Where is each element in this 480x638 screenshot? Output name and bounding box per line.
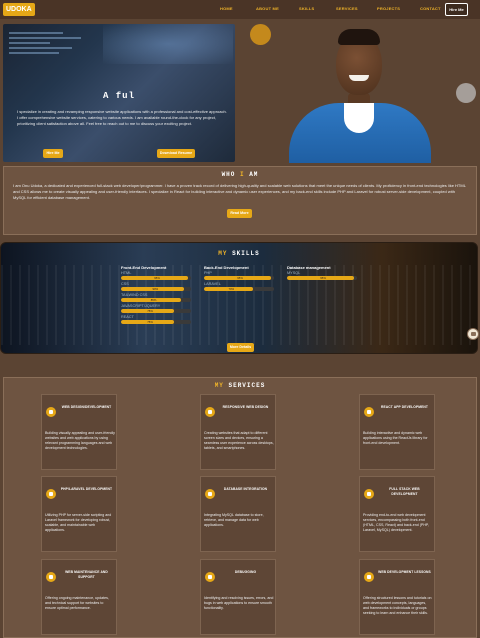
site-logo[interactable]: UDOKA [3, 3, 35, 16]
nav-home[interactable]: HOME [220, 6, 233, 11]
skill-percent: 85% [150, 298, 157, 303]
skill-column-title: Database management [287, 265, 331, 270]
skill-percent: 75% [147, 320, 153, 325]
skill-percent: 75% [147, 309, 153, 314]
service-description: Utilizing PHP for server-side scripting … [45, 513, 112, 533]
service-card: FULL STACK WEB DEVELOPMENT Providing end-… [359, 476, 435, 552]
skill-percent: 95% [237, 276, 243, 281]
skill-name: PHP [204, 271, 212, 275]
service-description: Building interactive and dynamic web app… [363, 431, 428, 446]
service-card: WEB MAINTENANCE AND SUPPORT Offering ongo… [41, 559, 117, 635]
skill-name: MYSQL [287, 271, 301, 275]
service-title: DATABASE INTEGRATION [223, 487, 268, 491]
nav-projects[interactable]: PROJECTS [377, 6, 400, 11]
service-title: FULL STACK WEB DEVELOPMENT [389, 487, 420, 496]
skills-title: MY SKILLS [218, 250, 260, 257]
nav-services[interactable]: SERVICES [336, 6, 358, 11]
skill-column-title: Front-End Development [121, 265, 167, 270]
skill-percent: 90% [152, 287, 159, 292]
bug-icon [205, 572, 215, 582]
service-description: Providing end-to-end web development ser… [363, 513, 429, 533]
skill-name: LARAVEL [204, 282, 221, 286]
more-details-button[interactable]: More Details [227, 343, 254, 352]
stack-icon [364, 489, 374, 499]
nav-hire-button[interactable]: Hire Me [445, 3, 468, 16]
wrench-icon [46, 572, 56, 582]
hero-screen-glow [103, 24, 233, 64]
service-card: WEB DEVELOPMENT LESSONS Offering structur… [359, 559, 435, 635]
skill-name: JAVASCRIPT/JQUERY [121, 304, 161, 308]
service-description: Building visually appealing and user-fri… [45, 431, 115, 451]
service-card: REACT APP DEVELOPMENT Building interactiv… [359, 394, 435, 470]
service-title: WEB MAINTENANCE AND SUPPORT [65, 570, 108, 579]
service-title: WEB DESIGN/DEVELOPMENT [61, 405, 112, 409]
service-card: PHP/LARAVEL DEVELOPMENT Utilizing PHP for… [41, 476, 117, 552]
skill-name: CSS [121, 282, 129, 286]
hero-hire-button[interactable]: Hire Me [43, 149, 63, 158]
service-title: REACT APP DEVELOPMENT [381, 405, 428, 409]
skill-name: TAILWIND CSS [121, 293, 148, 297]
service-title: PHP/LARAVEL DEVELOPMENT [60, 487, 113, 491]
decor-circle-gray [456, 83, 476, 103]
hero-description: I specialize in creating and revamping r… [17, 109, 227, 126]
database-icon [205, 489, 215, 499]
services-title: MY SERVICES [214, 382, 266, 389]
nav-contact[interactable]: CONTACT [420, 6, 441, 11]
about-text: I am Onu Udoka, a dedicated and experien… [13, 183, 466, 200]
service-description: Integrating MySQL database to store, ret… [204, 513, 264, 528]
devices-icon [205, 407, 215, 417]
service-description: Creating websites that adapt to differen… [204, 431, 274, 451]
skill-percent: 95% [320, 276, 326, 281]
service-card: DEBUGGING Identifying and resolving issue… [200, 559, 276, 635]
skill-name: HTML [121, 271, 132, 275]
code-icon [46, 489, 56, 499]
download-resume-button[interactable]: Download Resume [157, 149, 195, 158]
hero-banner: A ful I specialize in creating and revam… [3, 24, 235, 162]
about-title: WHO I AM [221, 171, 259, 178]
service-title: RESPONSIVE WEB DESIGN [222, 405, 269, 409]
globe-icon [46, 407, 56, 417]
services-section: MY SERVICES WEB DESIGN/DEVELOPMENT Buildi… [3, 377, 477, 638]
skill-progress-bar [121, 309, 191, 313]
skill-percent: 70% [228, 287, 235, 292]
read-more-button[interactable]: Read More [227, 209, 252, 218]
about-section: WHO I AM I am Onu Udoka, a dedicated and… [3, 166, 477, 235]
react-icon [364, 407, 374, 417]
service-title: DEBUGGING [234, 570, 257, 574]
service-card: WEB DESIGN/DEVELOPMENT Building visually … [41, 394, 117, 470]
skill-name: REACT [121, 315, 134, 319]
hero-title: A ful [102, 91, 135, 101]
skill-progress-bar [121, 320, 191, 324]
service-title: WEB DEVELOPMENT LESSONS [378, 570, 431, 574]
skill-column-title: Back-End Development [204, 265, 249, 270]
service-description: Offering structured lessons and tutorial… [363, 596, 432, 616]
service-card: RESPONSIVE WEB DESIGN Creating websites t… [200, 394, 276, 470]
profile-photo [289, 23, 431, 163]
hero-code-lines [9, 32, 99, 57]
skill-percent: 95% [154, 276, 160, 281]
service-description: Identifying and resolving issues, errors… [204, 596, 274, 611]
nav-about[interactable]: ABOUT ME [256, 6, 279, 11]
decor-circle-gold [250, 24, 271, 45]
chat-icon[interactable] [467, 328, 479, 340]
top-navbar: UDOKA HOME ABOUT ME SKILLS SERVICES PROJ… [0, 0, 480, 19]
skill-progress-bar [204, 287, 274, 291]
nav-skills[interactable]: SKILLS [299, 6, 314, 11]
service-card: DATABASE INTEGRATION Integrating MySQL da… [200, 476, 276, 552]
skills-section: MY SKILLS Front-End Development Back-End… [0, 242, 478, 354]
book-icon [364, 572, 374, 582]
service-description: Offering ongoing maintenance, updates, a… [45, 596, 109, 611]
